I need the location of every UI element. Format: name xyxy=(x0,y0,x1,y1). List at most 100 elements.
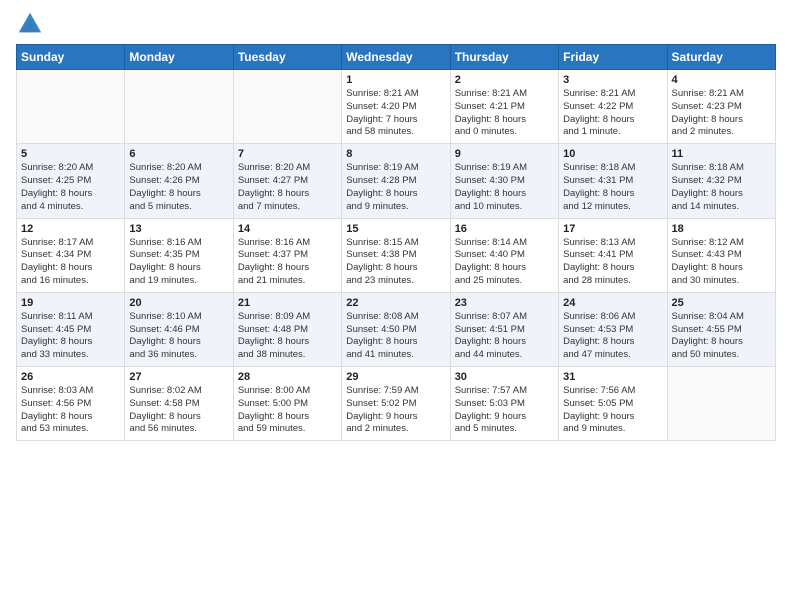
calendar-cell xyxy=(17,70,125,144)
calendar-table: SundayMondayTuesdayWednesdayThursdayFrid… xyxy=(16,44,776,441)
day-number: 3 xyxy=(563,74,662,86)
calendar-cell: 26 Sunrise: 8:03 AM Sunset: 4:56 PM Dayli… xyxy=(17,367,125,441)
day-info: Sunrise: 8:21 AM Sunset: 4:20 PM Dayligh… xyxy=(346,88,445,139)
day-number: 26 xyxy=(21,371,120,383)
calendar-cell: 31Sunrise: 7:56 AM Sunset: 5:05 PM Dayli… xyxy=(559,367,667,441)
calendar-cell: 27 Sunrise: 8:02 AM Sunset: 4:58 PM Dayli… xyxy=(125,367,233,441)
calendar-cell: 10Sunrise: 8:18 AM Sunset: 4:31 PM Dayli… xyxy=(559,144,667,218)
calendar-cell: 9 Sunrise: 8:19 AM Sunset: 4:30 PM Daylig… xyxy=(450,144,558,218)
day-number: 5 xyxy=(21,148,120,160)
calendar-cell: 30 Sunrise: 7:57 AM Sunset: 5:03 PM Dayli… xyxy=(450,367,558,441)
day-number: 4 xyxy=(672,74,771,86)
day-number: 10 xyxy=(563,148,662,160)
day-info: Sunrise: 8:18 AM Sunset: 4:32 PM Dayligh… xyxy=(672,162,771,213)
calendar-cell: 3 Sunrise: 8:21 AM Sunset: 4:22 PM Daylig… xyxy=(559,70,667,144)
day-number: 12 xyxy=(21,223,120,235)
day-header-thursday: Thursday xyxy=(450,45,558,70)
day-info: Sunrise: 8:00 AM Sunset: 5:00 PM Dayligh… xyxy=(238,385,337,436)
calendar-cell: 19 Sunrise: 8:11 AM Sunset: 4:45 PM Dayli… xyxy=(17,292,125,366)
calendar-cell: 28 Sunrise: 8:00 AM Sunset: 5:00 PM Dayli… xyxy=(233,367,341,441)
calendar-cell xyxy=(125,70,233,144)
day-number: 28 xyxy=(238,371,337,383)
calendar-cell xyxy=(667,367,775,441)
day-number: 29 xyxy=(346,371,445,383)
calendar-cell: 14Sunrise: 8:16 AM Sunset: 4:37 PM Dayli… xyxy=(233,218,341,292)
day-header-friday: Friday xyxy=(559,45,667,70)
day-number: 31 xyxy=(563,371,662,383)
calendar-cell: 8 Sunrise: 8:19 AM Sunset: 4:28 PM Daylig… xyxy=(342,144,450,218)
day-info: Sunrise: 8:04 AM Sunset: 4:55 PM Dayligh… xyxy=(672,311,771,362)
day-number: 18 xyxy=(672,223,771,235)
day-info: Sunrise: 8:03 AM Sunset: 4:56 PM Dayligh… xyxy=(21,385,120,436)
calendar-cell: 18 Sunrise: 8:12 AM Sunset: 4:43 PM Dayli… xyxy=(667,218,775,292)
day-number: 14 xyxy=(238,223,337,235)
day-header-saturday: Saturday xyxy=(667,45,775,70)
day-number: 13 xyxy=(129,223,228,235)
day-number: 9 xyxy=(455,148,554,160)
calendar-week-row: 26 Sunrise: 8:03 AM Sunset: 4:56 PM Dayli… xyxy=(17,367,776,441)
calendar-cell xyxy=(233,70,341,144)
calendar-cell: 11 Sunrise: 8:18 AM Sunset: 4:32 PM Dayli… xyxy=(667,144,775,218)
day-info: Sunrise: 8:10 AM Sunset: 4:46 PM Dayligh… xyxy=(129,311,228,362)
calendar-cell: 13 Sunrise: 8:16 AM Sunset: 4:35 PM Dayli… xyxy=(125,218,233,292)
calendar-cell: 16Sunrise: 8:14 AM Sunset: 4:40 PM Dayli… xyxy=(450,218,558,292)
day-number: 7 xyxy=(238,148,337,160)
calendar-cell: 22Sunrise: 8:08 AM Sunset: 4:50 PM Dayli… xyxy=(342,292,450,366)
calendar-cell: 6Sunrise: 8:20 AM Sunset: 4:26 PM Daylig… xyxy=(125,144,233,218)
day-number: 23 xyxy=(455,297,554,309)
day-info: Sunrise: 8:17 AM Sunset: 4:34 PM Dayligh… xyxy=(21,237,120,288)
day-info: Sunrise: 8:19 AM Sunset: 4:28 PM Dayligh… xyxy=(346,162,445,213)
day-number: 24 xyxy=(563,297,662,309)
day-info: Sunrise: 8:02 AM Sunset: 4:58 PM Dayligh… xyxy=(129,385,228,436)
calendar-cell: 20Sunrise: 8:10 AM Sunset: 4:46 PM Dayli… xyxy=(125,292,233,366)
day-info: Sunrise: 8:12 AM Sunset: 4:43 PM Dayligh… xyxy=(672,237,771,288)
day-info: Sunrise: 8:21 AM Sunset: 4:22 PM Dayligh… xyxy=(563,88,662,139)
calendar-cell: 24 Sunrise: 8:06 AM Sunset: 4:53 PM Dayli… xyxy=(559,292,667,366)
calendar-cell: 17 Sunrise: 8:13 AM Sunset: 4:41 PM Dayli… xyxy=(559,218,667,292)
calendar-week-row: 19 Sunrise: 8:11 AM Sunset: 4:45 PM Dayli… xyxy=(17,292,776,366)
day-info: Sunrise: 8:20 AM Sunset: 4:27 PM Dayligh… xyxy=(238,162,337,213)
calendar-week-row: 1 Sunrise: 8:21 AM Sunset: 4:20 PM Daylig… xyxy=(17,70,776,144)
day-info: Sunrise: 8:15 AM Sunset: 4:38 PM Dayligh… xyxy=(346,237,445,288)
calendar-header-row: SundayMondayTuesdayWednesdayThursdayFrid… xyxy=(17,45,776,70)
day-info: Sunrise: 8:21 AM Sunset: 4:23 PM Dayligh… xyxy=(672,88,771,139)
calendar-cell: 1 Sunrise: 8:21 AM Sunset: 4:20 PM Daylig… xyxy=(342,70,450,144)
calendar-cell: 21Sunrise: 8:09 AM Sunset: 4:48 PM Dayli… xyxy=(233,292,341,366)
day-number: 11 xyxy=(672,148,771,160)
day-info: Sunrise: 8:20 AM Sunset: 4:25 PM Dayligh… xyxy=(21,162,120,213)
calendar-cell: 12 Sunrise: 8:17 AM Sunset: 4:34 PM Dayli… xyxy=(17,218,125,292)
day-info: Sunrise: 7:57 AM Sunset: 5:03 PM Dayligh… xyxy=(455,385,554,436)
day-info: Sunrise: 8:16 AM Sunset: 4:35 PM Dayligh… xyxy=(129,237,228,288)
day-number: 22 xyxy=(346,297,445,309)
day-info: Sunrise: 8:06 AM Sunset: 4:53 PM Dayligh… xyxy=(563,311,662,362)
day-number: 8 xyxy=(346,148,445,160)
day-header-monday: Monday xyxy=(125,45,233,70)
calendar-cell: 7 Sunrise: 8:20 AM Sunset: 4:27 PM Daylig… xyxy=(233,144,341,218)
day-number: 16 xyxy=(455,223,554,235)
day-info: Sunrise: 8:19 AM Sunset: 4:30 PM Dayligh… xyxy=(455,162,554,213)
day-info: Sunrise: 7:59 AM Sunset: 5:02 PM Dayligh… xyxy=(346,385,445,436)
day-info: Sunrise: 8:20 AM Sunset: 4:26 PM Dayligh… xyxy=(129,162,228,213)
day-number: 17 xyxy=(563,223,662,235)
calendar-cell: 5 Sunrise: 8:20 AM Sunset: 4:25 PM Daylig… xyxy=(17,144,125,218)
calendar-cell: 15Sunrise: 8:15 AM Sunset: 4:38 PM Dayli… xyxy=(342,218,450,292)
day-number: 2 xyxy=(455,74,554,86)
day-info: Sunrise: 8:07 AM Sunset: 4:51 PM Dayligh… xyxy=(455,311,554,362)
logo xyxy=(16,10,48,38)
day-number: 27 xyxy=(129,371,228,383)
day-number: 30 xyxy=(455,371,554,383)
calendar-cell: 29 Sunrise: 7:59 AM Sunset: 5:02 PM Dayli… xyxy=(342,367,450,441)
calendar-cell: 25 Sunrise: 8:04 AM Sunset: 4:55 PM Dayli… xyxy=(667,292,775,366)
day-number: 1 xyxy=(346,74,445,86)
calendar-week-row: 5 Sunrise: 8:20 AM Sunset: 4:25 PM Daylig… xyxy=(17,144,776,218)
day-info: Sunrise: 8:13 AM Sunset: 4:41 PM Dayligh… xyxy=(563,237,662,288)
day-number: 21 xyxy=(238,297,337,309)
day-info: Sunrise: 8:11 AM Sunset: 4:45 PM Dayligh… xyxy=(21,311,120,362)
calendar-cell: 2 Sunrise: 8:21 AM Sunset: 4:21 PM Daylig… xyxy=(450,70,558,144)
day-number: 19 xyxy=(21,297,120,309)
day-info: Sunrise: 8:21 AM Sunset: 4:21 PM Dayligh… xyxy=(455,88,554,139)
day-header-sunday: Sunday xyxy=(17,45,125,70)
header xyxy=(16,10,776,38)
calendar-cell: 23 Sunrise: 8:07 AM Sunset: 4:51 PM Dayli… xyxy=(450,292,558,366)
day-number: 25 xyxy=(672,297,771,309)
